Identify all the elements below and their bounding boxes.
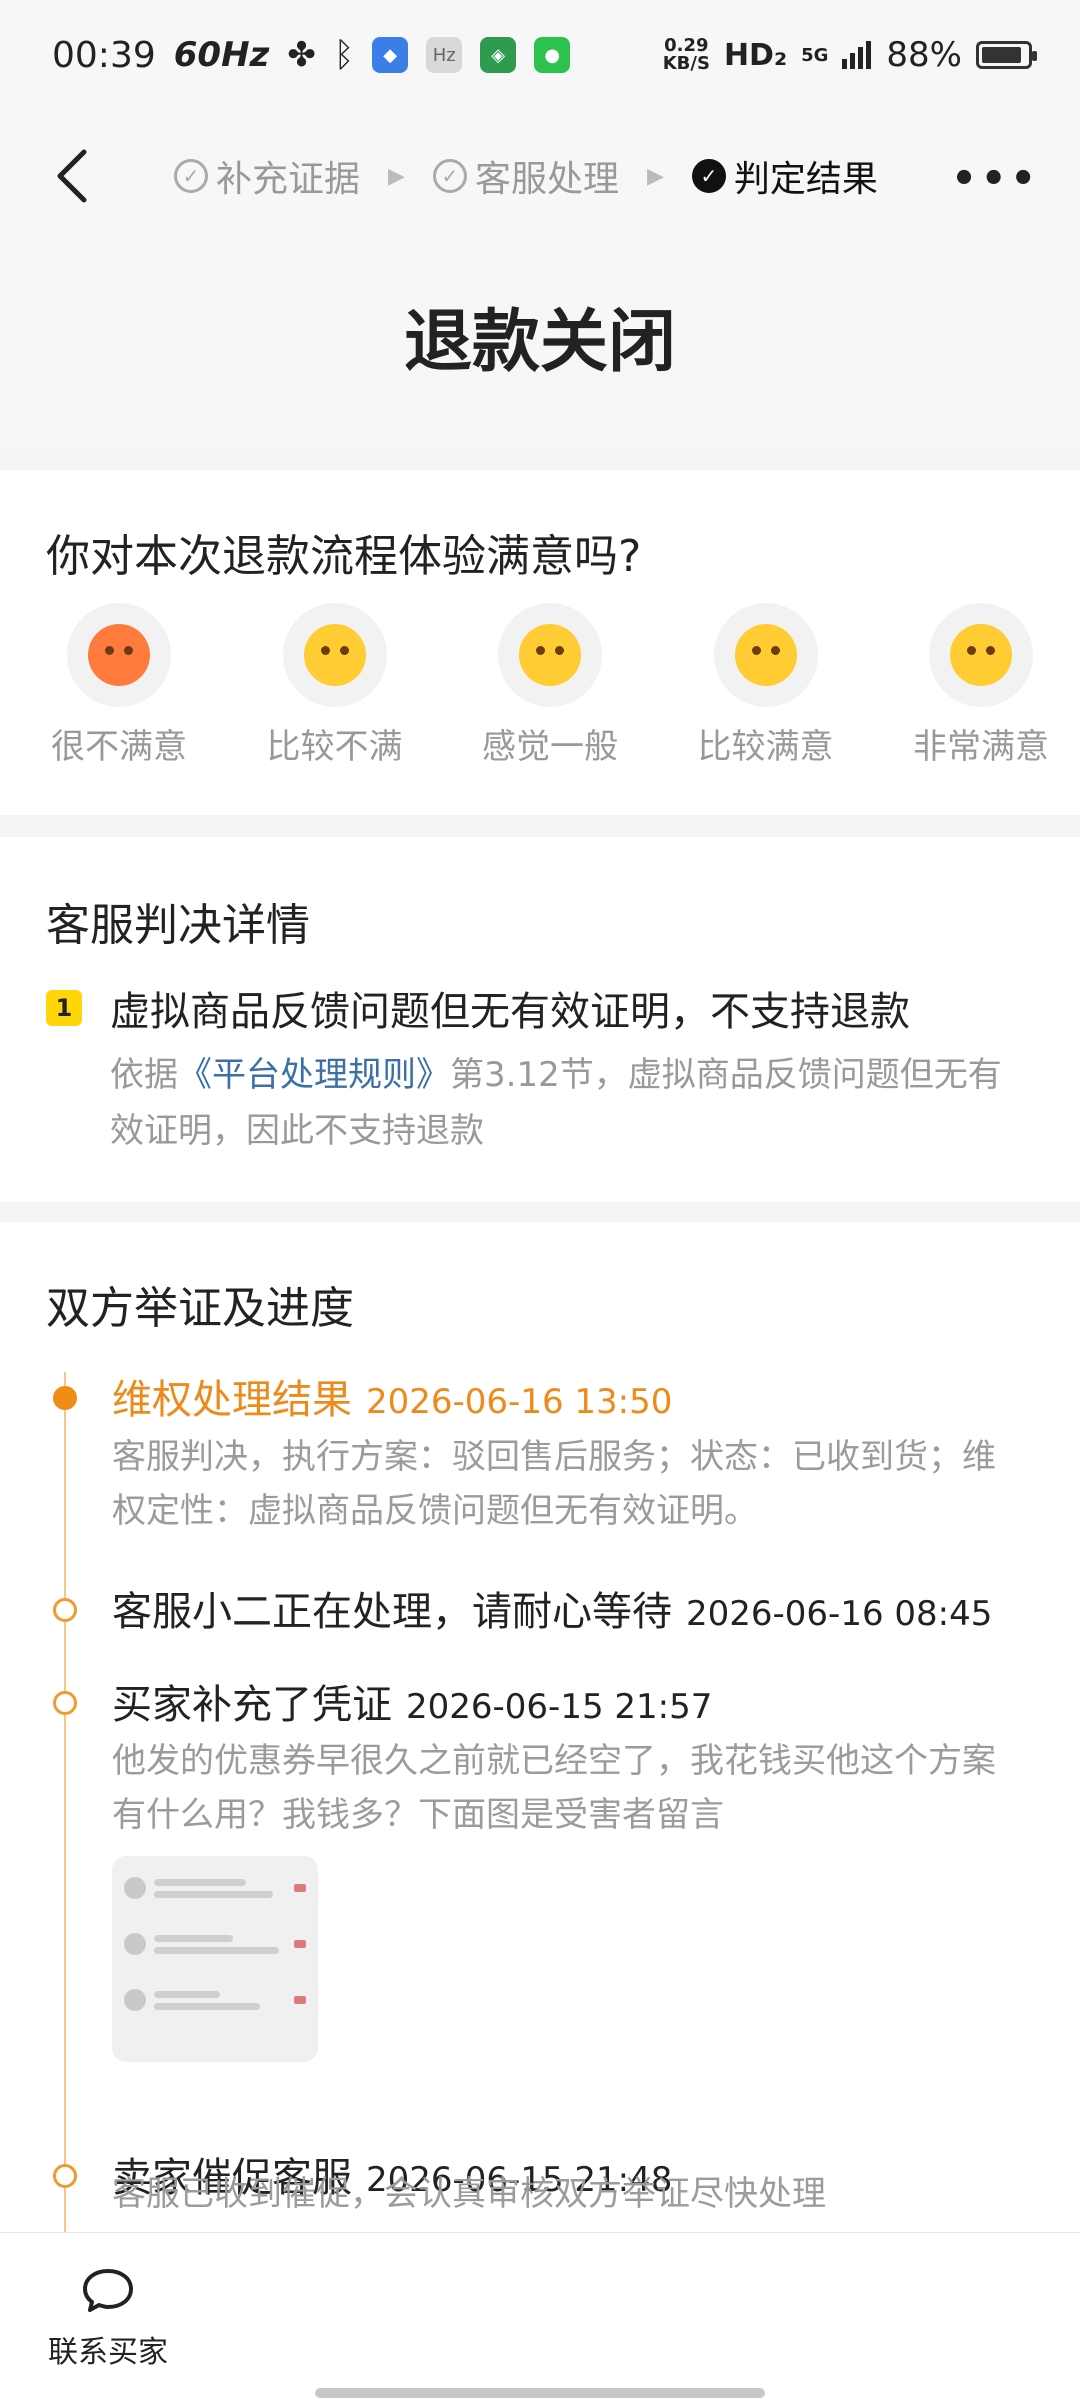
hd-indicator: HD₂ [723,37,788,73]
timeline-dot [53,1598,77,1622]
rating-very-satisfied[interactable]: 非常满意 [906,603,1056,768]
step-service-handling: ✓ 客服处理 [432,150,619,202]
neutral-face-icon [519,624,581,686]
top-navigation: ✓ 补充证据 ▶ ✓ 客服处理 ▶ ✓ 判定结果 ••• [0,110,1080,240]
check-circle-icon: ✓ [174,159,208,193]
timeline-line [64,1372,66,2252]
bluetooth-icon: ᛒ [333,35,355,75]
chat-bubble-icon [83,2269,133,2312]
angry-face-icon [88,624,150,686]
step-arrow-icon: ▶ [646,163,664,189]
hz-notification-icon: Hz [426,37,463,73]
check-circle-icon: ✓ [432,159,467,193]
status-bar: 00:39 60Hz ✤ ᛒ ◆ Hz ◈ ● 0.29 KB/S HD₂ 5G… [0,0,1080,110]
battery-percent: 88% [886,35,962,75]
rating-very-dissatisfied[interactable]: 很不满意 [44,603,194,768]
timeline-dot [53,1691,77,1715]
progress-steps: ✓ 补充证据 ▶ ✓ 客服处理 ▶ ✓ 判定结果 [174,150,878,202]
unamused-face-icon [303,624,366,686]
battery-icon [976,41,1037,69]
step-verdict: ✓ 判定结果 [691,150,878,202]
section-title: 客服判决详情 [46,900,310,951]
rule-description: 依据《平台处理规则》第3.12节，虚拟商品反馈问题但无有效证明，因此不支持退款 [110,1055,1002,1151]
number-badge: 1 [46,990,82,1026]
rule-title: 虚拟商品反馈问题但无有效证明，不支持退款 [110,989,910,1035]
timeline-dot-active [53,1386,77,1410]
rating-dissatisfied[interactable]: 比较不满 [260,603,410,768]
blushing-face-icon [734,624,797,686]
verdict-details: 客服判决详情 1 虚拟商品反馈问题但无有效证明，不支持退款 依据《平台处理规则》… [0,837,1080,1202]
back-arrow-icon[interactable] [52,146,92,206]
network-speed: 0.29 KB/S [662,35,710,74]
platform-rules-link[interactable]: 《平台处理规则》 [178,1055,450,1095]
shield-notification-icon: ◈ [480,37,517,73]
step-arrow-icon: ▶ [388,163,405,189]
evidence-image[interactable] [112,1856,318,2062]
rating-neutral[interactable]: 感觉一般 [475,603,625,768]
timeline-dot [53,2164,77,2188]
bottom-bar: 联系买家 [0,2232,1080,2400]
more-menu-icon[interactable]: ••• [951,156,1040,202]
step-supplement-evidence: ✓ 补充证据 [174,150,360,202]
timeline-item-body: 客服已收到催促，会认真审核双方举证尽快处理 [112,2174,826,2214]
home-indicator[interactable] [315,2388,765,2398]
wechat-icon: ● [534,37,571,73]
signal-icon [842,41,872,69]
contact-buyer-button[interactable]: 联系买家 [48,2267,168,2371]
evidence-timeline: 双方举证及进度 维权处理结果 2026-06-16 13:50 客服判决，执行方… [0,1222,1080,2252]
fan-icon: ✤ [287,35,316,75]
section-title: 双方举证及进度 [46,1283,354,1334]
app-notification-icon: ◆ [372,37,409,73]
network-type: 5G [801,44,829,66]
rating-satisfied[interactable]: 比较满意 [691,603,841,768]
status-time: 00:39 [52,34,156,76]
check-circle-filled-icon: ✓ [691,159,726,193]
kissing-face-icon [950,624,1012,686]
satisfaction-survey: 你对本次退款流程体验满意吗? 很不满意 比较不满 感觉一般 比较满意 非常满意 [0,470,1080,815]
page-title: 退款关闭 [0,240,1080,450]
survey-question: 你对本次退款流程体验满意吗? [46,531,642,582]
refresh-rate: 60Hz [173,35,270,75]
